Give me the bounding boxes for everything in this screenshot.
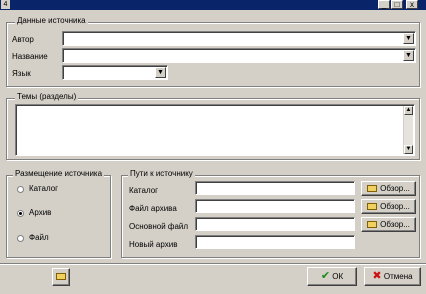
browse-archive-label: Обзор... — [380, 202, 410, 211]
browse-main-file-label: Обзор... — [380, 220, 410, 229]
name-combobox[interactable] — [62, 48, 416, 63]
footer-separator-highlight — [0, 264, 426, 265]
path-main-file-label: Основной файл — [129, 222, 189, 231]
path-archive-input[interactable] — [195, 199, 355, 213]
source-data-legend: Данные источника — [15, 16, 88, 26]
paths-legend: Пути к источнику — [128, 169, 195, 179]
path-archive-label: Файл архива — [129, 204, 177, 213]
folder-icon — [367, 203, 378, 210]
minimize-button[interactable]: _ — [378, 0, 390, 9]
path-main-file-input[interactable] — [195, 217, 355, 231]
close-button[interactable]: x — [406, 0, 418, 9]
radio-file-label[interactable]: Файл — [29, 233, 49, 243]
scroll-down-icon[interactable]: ▼ — [404, 145, 413, 154]
author-label: Автор — [12, 35, 34, 44]
maximize-button[interactable]: □ — [391, 0, 403, 9]
open-folder-button[interactable] — [52, 268, 70, 286]
check-icon: ✔ — [320, 270, 331, 282]
browse-catalog-button[interactable]: Обзор... — [361, 181, 416, 196]
folder-icon — [56, 273, 66, 280]
window-icon: 4 — [1, 0, 10, 9]
browse-archive-button[interactable]: Обзор... — [361, 199, 416, 214]
path-new-archive-input[interactable] — [195, 235, 355, 249]
cancel-button[interactable]: ✖ Отмена — [364, 267, 421, 286]
path-catalog-input[interactable] — [195, 181, 355, 195]
radio-file[interactable] — [17, 235, 24, 242]
cancel-x-icon: ✖ — [372, 270, 382, 282]
language-dropdown-icon[interactable]: ▼ — [155, 67, 166, 78]
author-combobox[interactable] — [62, 31, 416, 46]
language-label: Язык — [12, 69, 31, 78]
browse-main-file-button[interactable]: Обзор... — [361, 217, 416, 232]
radio-archive-label[interactable]: Архив — [29, 208, 51, 218]
radio-catalog[interactable] — [17, 186, 24, 193]
path-catalog-label: Каталог — [129, 186, 159, 195]
ok-label: ОК — [332, 272, 344, 281]
topics-legend: Темы (разделы) — [15, 92, 79, 102]
scroll-up-icon[interactable]: ▲ — [404, 106, 413, 115]
title-bar[interactable] — [0, 0, 426, 10]
radio-catalog-label[interactable]: Каталог — [29, 184, 58, 194]
placement-legend: Размещение источника — [13, 169, 105, 179]
topics-textarea[interactable] — [15, 104, 415, 156]
author-dropdown-icon[interactable]: ▼ — [403, 33, 414, 44]
path-new-archive-label: Новый архив — [129, 240, 178, 249]
browse-catalog-label: Обзор... — [380, 184, 410, 193]
name-dropdown-icon[interactable]: ▼ — [403, 50, 414, 61]
name-label: Название — [12, 52, 48, 61]
language-combobox[interactable] — [62, 65, 168, 80]
ok-button[interactable]: ✔ ОК — [307, 267, 357, 286]
folder-icon — [367, 185, 378, 192]
cancel-label: Отмена — [383, 272, 413, 281]
folder-icon — [367, 221, 378, 228]
radio-archive[interactable] — [17, 210, 24, 217]
